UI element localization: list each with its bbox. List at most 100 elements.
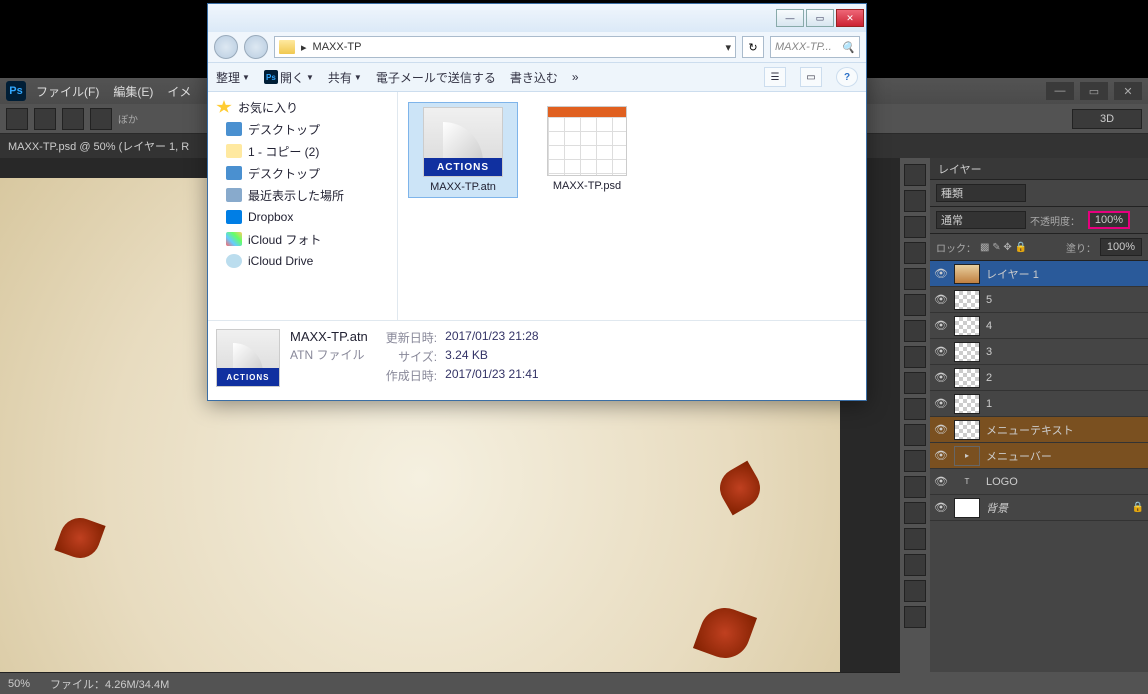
layer-row[interactable]: 👁背景🔒 xyxy=(930,495,1148,521)
tool-icon[interactable] xyxy=(904,268,926,290)
explorer-maximize-button[interactable]: ▭ xyxy=(806,9,834,27)
tool-icon[interactable] xyxy=(904,502,926,524)
visibility-eye-icon[interactable]: 👁 xyxy=(934,397,948,411)
visibility-eye-icon[interactable]: 👁 xyxy=(934,501,948,515)
file-item-psd[interactable]: MAXX-TP.psd xyxy=(532,102,642,196)
file-name: MAXX-TP.psd xyxy=(553,180,621,192)
opacity-input[interactable]: 100% xyxy=(1088,211,1130,229)
star-icon xyxy=(216,100,232,114)
visibility-eye-icon[interactable]: 👁 xyxy=(934,293,948,307)
layer-row[interactable]: 👁4 xyxy=(930,313,1148,339)
layer-row[interactable]: 👁1 xyxy=(930,391,1148,417)
menu-image[interactable]: イメ xyxy=(167,83,191,100)
tool-preset[interactable] xyxy=(6,108,28,130)
visibility-eye-icon[interactable]: 👁 xyxy=(934,449,948,463)
ps-minimize-button[interactable]: — xyxy=(1046,82,1074,100)
opt-btn-3[interactable] xyxy=(90,108,112,130)
layer-name: 背景 xyxy=(986,500,1008,516)
nav-recent[interactable]: 最近表示した場所 xyxy=(208,184,397,206)
explorer-minimize-button[interactable]: — xyxy=(776,9,804,27)
tb-write[interactable]: 書き込む xyxy=(510,69,558,86)
visibility-eye-icon[interactable]: 👁 xyxy=(934,371,948,385)
icloud-drive-icon xyxy=(226,254,242,268)
menu-file[interactable]: ファイル(F) xyxy=(36,83,99,100)
opt-btn-2[interactable] xyxy=(62,108,84,130)
details-meta: 更新日時: 2017/01/23 21:28 サイズ: 3.24 KB 作成日時… xyxy=(386,329,539,392)
lock-icons[interactable]: ▩ ✎ ✥ 🔒 xyxy=(980,242,1027,253)
tb-more[interactable]: » xyxy=(572,70,579,84)
visibility-eye-icon[interactable]: 👁 xyxy=(934,475,948,489)
tool-icon[interactable] xyxy=(904,164,926,186)
nav-desktop[interactable]: デスクトップ xyxy=(208,118,397,140)
visibility-eye-icon[interactable]: 👁 xyxy=(934,423,948,437)
tool-icon[interactable] xyxy=(904,242,926,264)
view-mode-button[interactable]: ☰ xyxy=(764,67,786,87)
visibility-eye-icon[interactable]: 👁 xyxy=(934,267,948,281)
tool-icon[interactable] xyxy=(904,580,926,602)
ps-close-button[interactable]: ✕ xyxy=(1114,82,1142,100)
fill-input[interactable]: 100% xyxy=(1100,238,1142,256)
help-button[interactable]: ? xyxy=(836,67,858,87)
nav-icloud-drive[interactable]: iCloud Drive xyxy=(208,250,397,272)
tool-icon[interactable] xyxy=(904,528,926,550)
tool-icon[interactable] xyxy=(904,372,926,394)
layer-row[interactable]: 👁2 xyxy=(930,365,1148,391)
refresh-button[interactable]: ↻ xyxy=(742,36,764,58)
nav-icloud-photo[interactable]: iCloud フォト xyxy=(208,228,397,250)
nav-forward-button[interactable] xyxy=(244,35,268,59)
file-item-atn[interactable]: ACTIONS MAXX-TP.atn xyxy=(408,102,518,198)
tool-icon[interactable] xyxy=(904,476,926,498)
menu-edit[interactable]: 編集(E) xyxy=(113,83,153,100)
blend-mode-select[interactable]: 通常 xyxy=(936,211,1026,229)
tb-share[interactable]: 共有▼ xyxy=(328,69,362,86)
tool-icon[interactable] xyxy=(904,294,926,316)
tool-icon[interactable] xyxy=(904,190,926,212)
explorer-close-button[interactable]: ✕ xyxy=(836,9,864,27)
layers-panel: レイヤー 種類 通常 不透明度： 100% ロック： ▩ ✎ ✥ 🔒 塗り： 1… xyxy=(930,158,1148,672)
layer-row[interactable]: 👁レイヤー 1 xyxy=(930,261,1148,287)
zoom-level[interactable]: 50% xyxy=(8,678,30,690)
tool-icon[interactable] xyxy=(904,554,926,576)
layer-row[interactable]: 👁▸メニューバー xyxy=(930,443,1148,469)
tool-icon[interactable] xyxy=(904,450,926,472)
atn-thumb: ACTIONS xyxy=(423,107,503,177)
tool-icon[interactable] xyxy=(904,398,926,420)
leaf-decor xyxy=(693,601,757,665)
layer-row[interactable]: 👁5 xyxy=(930,287,1148,313)
tb-organize[interactable]: 整理▼ xyxy=(216,69,250,86)
visibility-eye-icon[interactable]: 👁 xyxy=(934,345,948,359)
tb-email[interactable]: 電子メールで送信する xyxy=(376,69,496,86)
layer-row[interactable]: 👁3 xyxy=(930,339,1148,365)
tool-icon[interactable] xyxy=(904,606,926,628)
tb-open[interactable]: Ps開く▼ xyxy=(264,69,314,86)
nav-dropbox[interactable]: Dropbox xyxy=(208,206,397,228)
create-label: 作成日時: xyxy=(386,367,437,384)
visibility-eye-icon[interactable]: 👁 xyxy=(934,319,948,333)
layer-row[interactable]: 👁TLOGO xyxy=(930,469,1148,495)
preview-pane-button[interactable]: ▭ xyxy=(800,67,822,87)
explorer-file-list[interactable]: ACTIONS MAXX-TP.atn MAXX-TP.psd xyxy=(398,92,866,320)
create-value: 2017/01/23 21:41 xyxy=(445,367,538,384)
tool-icon[interactable] xyxy=(904,346,926,368)
tool-icon[interactable] xyxy=(904,216,926,238)
opt-btn-1[interactable] xyxy=(34,108,56,130)
nav-desktop-2[interactable]: デスクトップ xyxy=(208,162,397,184)
search-input[interactable]: MAXX-TP... 🔍 xyxy=(770,36,860,58)
btn-3d[interactable]: 3D xyxy=(1072,109,1142,129)
ps-status-bar: 50% ファイル：4.26M/34.4M xyxy=(0,672,900,694)
ps-maximize-button[interactable]: ▭ xyxy=(1080,82,1108,100)
nav-copy-folder[interactable]: 1 - コピー (2) xyxy=(208,140,397,162)
mod-label: 更新日時: xyxy=(386,329,437,346)
psd-thumb xyxy=(547,106,627,176)
layer-row[interactable]: 👁メニューテキスト xyxy=(930,417,1148,443)
nav-favorites[interactable]: お気に入り xyxy=(208,96,397,118)
tool-icon[interactable] xyxy=(904,320,926,342)
breadcrumb[interactable]: ▸ MAXX-TP ▾ xyxy=(274,36,736,58)
layers-panel-header[interactable]: レイヤー xyxy=(930,158,1148,180)
layer-thumb xyxy=(954,420,980,440)
tool-icon[interactable] xyxy=(904,424,926,446)
layer-kind-select[interactable]: 種類 xyxy=(936,184,1026,202)
path-folder[interactable]: MAXX-TP xyxy=(313,41,362,53)
path-dropdown-icon[interactable]: ▾ xyxy=(725,41,731,54)
nav-back-button[interactable] xyxy=(214,35,238,59)
